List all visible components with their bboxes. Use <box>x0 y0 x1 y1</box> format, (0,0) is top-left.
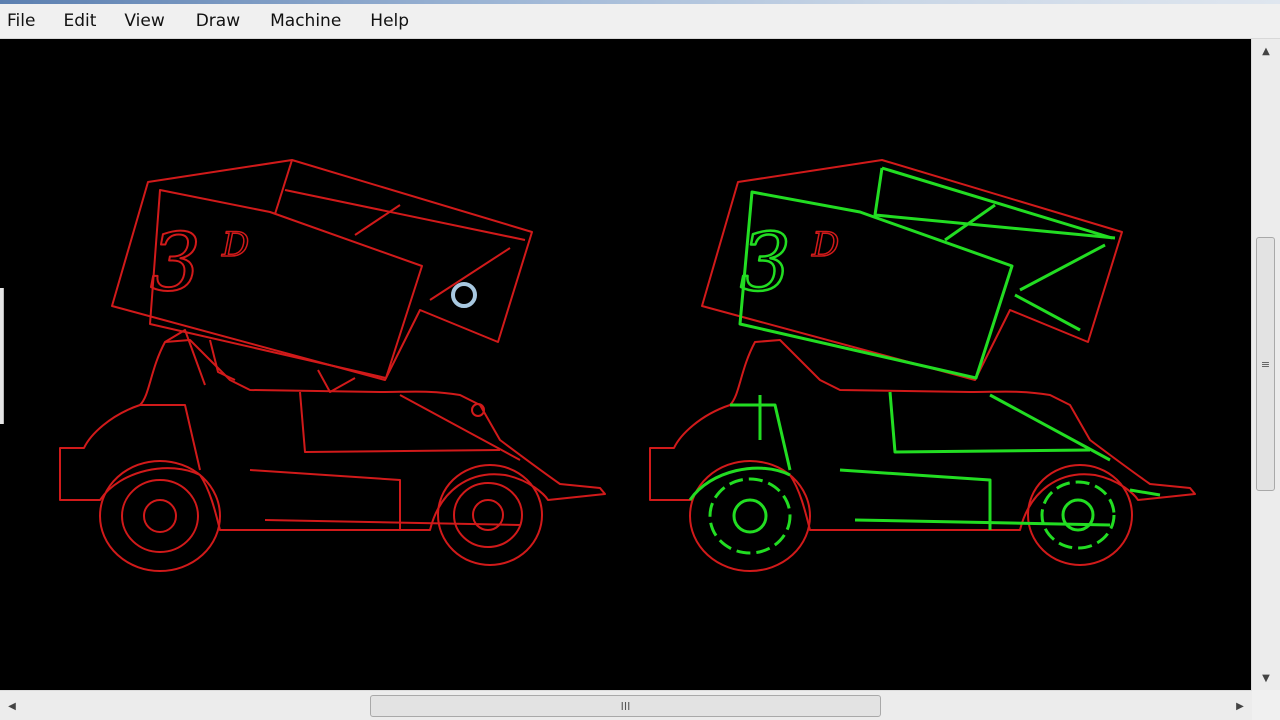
left-rear-wheel <box>99 460 221 572</box>
left-car-body <box>59 339 606 531</box>
menu-draw[interactable]: Draw <box>189 6 247 36</box>
horizontal-scroll-thumb[interactable]: III <box>370 695 881 717</box>
scroll-right-arrow-icon[interactable]: ▶ <box>1228 691 1252 720</box>
left-edge-handle <box>0 288 4 424</box>
app-window: File Edit View Draw Machine Help 3 D D 3… <box>0 0 1280 720</box>
left-logo-3: 3 <box>150 216 201 309</box>
drawing-canvas[interactable]: 3 D D 3 <box>0 39 1252 690</box>
right-logo-d: D <box>811 225 839 265</box>
scroll-up-arrow-icon[interactable]: ▲ <box>1252 39 1280 63</box>
vertical-scroll-thumb[interactable]: ≡ <box>1256 237 1275 491</box>
left-car-drawing: 3 D <box>59 159 606 572</box>
menu-bar: File Edit View Draw Machine Help <box>0 4 1280 39</box>
horizontal-grip: III <box>620 699 631 713</box>
menu-view[interactable]: View <box>117 6 171 36</box>
toolpath-overlay: 3 <box>688 166 1161 555</box>
right-logo-3: 3 <box>740 216 791 309</box>
scrollbar-corner <box>1252 690 1280 720</box>
cursor-busy-icon <box>451 282 477 308</box>
vertical-scrollbar[interactable]: ▲ ≡ ▼ <box>1251 39 1280 690</box>
menu-file[interactable]: File <box>0 6 42 36</box>
drawing-svg: 3 D D 3 <box>59 159 1196 572</box>
left-logo-d: D <box>221 225 249 265</box>
menu-machine[interactable]: Machine <box>263 6 348 36</box>
menu-help[interactable]: Help <box>363 6 416 36</box>
scroll-left-arrow-icon[interactable]: ◀ <box>0 691 24 720</box>
vertical-grip: ≡ <box>1260 357 1271 371</box>
horizontal-scrollbar[interactable]: ◀ III ▶ <box>0 690 1252 720</box>
menu-edit[interactable]: Edit <box>56 6 103 36</box>
scroll-down-arrow-icon[interactable]: ▼ <box>1252 666 1280 690</box>
right-car-drawing: D 3 <box>649 159 1196 572</box>
